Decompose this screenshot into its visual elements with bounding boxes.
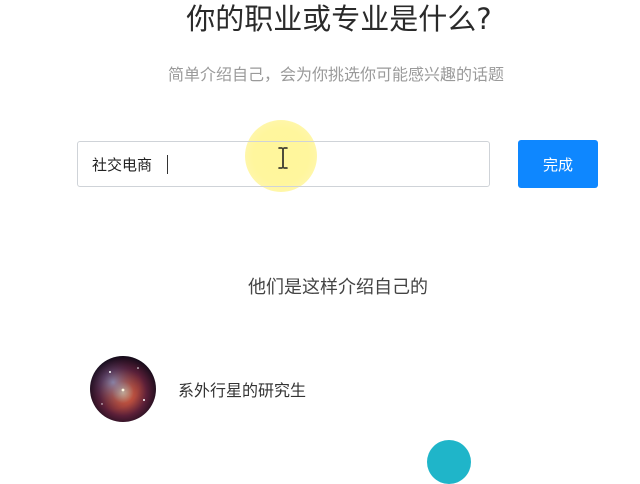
- text-caret: [167, 155, 168, 174]
- page-subtitle: 简单介绍自己，会为你挑选你可能感兴趣的话题: [167, 65, 504, 84]
- avatar: [90, 356, 156, 422]
- avatar: [427, 440, 471, 484]
- page-title: 你的职业或专业是什么?: [186, 2, 492, 36]
- text-cursor-icon: [278, 147, 288, 169]
- list-item-label: 系外行星的研究生: [178, 381, 307, 400]
- suggestions-heading: 他们是这样介绍自己的: [248, 277, 428, 298]
- done-button[interactable]: 完成: [518, 140, 598, 188]
- list-item[interactable]: 系外行星的研究生: [90, 356, 306, 422]
